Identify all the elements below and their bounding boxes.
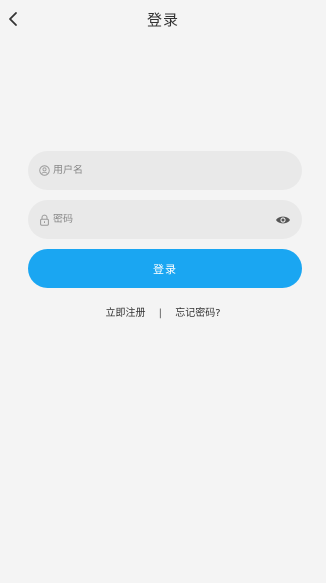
login-screen: 登录 登录 立即注 bbox=[0, 0, 326, 583]
register-link[interactable]: 立即注册 bbox=[105, 308, 145, 319]
password-field[interactable] bbox=[28, 200, 302, 239]
eye-icon bbox=[276, 216, 290, 223]
link-separator: | bbox=[158, 308, 163, 319]
forgot-password-link[interactable]: 忘记密码? bbox=[175, 308, 220, 319]
login-button[interactable]: 登录 bbox=[28, 249, 302, 288]
page-title: 登录 bbox=[146, 11, 179, 29]
password-input[interactable] bbox=[53, 214, 268, 225]
show-password-toggle[interactable] bbox=[274, 211, 292, 229]
auth-links: 立即注册 | 忘记密码? bbox=[0, 304, 326, 319]
username-input[interactable] bbox=[53, 165, 292, 176]
username-field[interactable] bbox=[28, 151, 302, 190]
user-icon bbox=[38, 165, 50, 177]
header: 登录 bbox=[0, 0, 326, 38]
lock-icon bbox=[38, 214, 50, 226]
